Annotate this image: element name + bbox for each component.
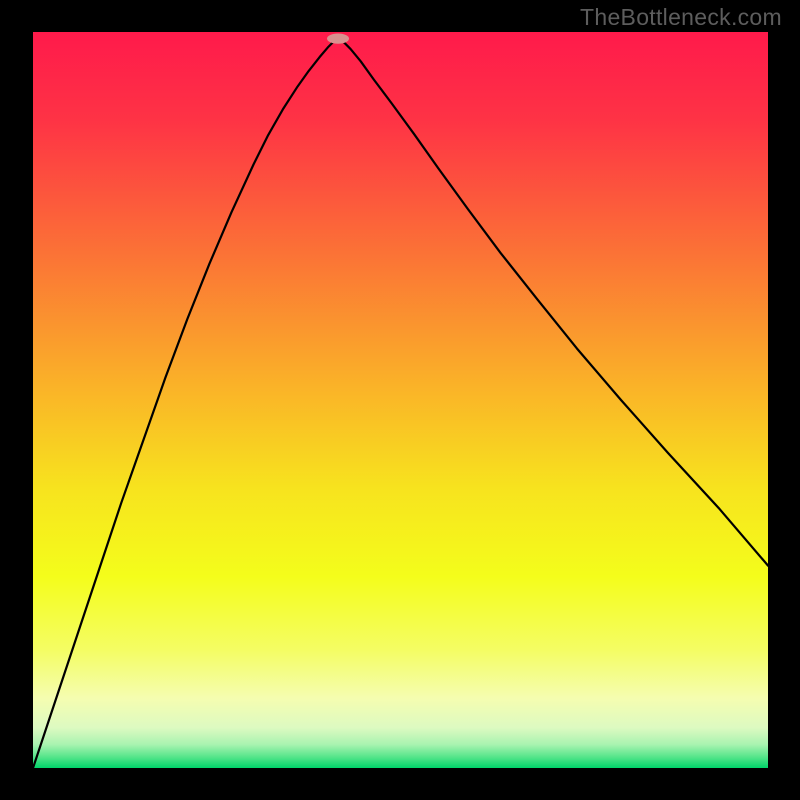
optimal-point-marker [327, 33, 349, 43]
bottleneck-chart [0, 0, 800, 800]
gradient-background [33, 32, 768, 768]
watermark-text: TheBottleneck.com [580, 4, 782, 31]
chart-frame: TheBottleneck.com [0, 0, 800, 800]
